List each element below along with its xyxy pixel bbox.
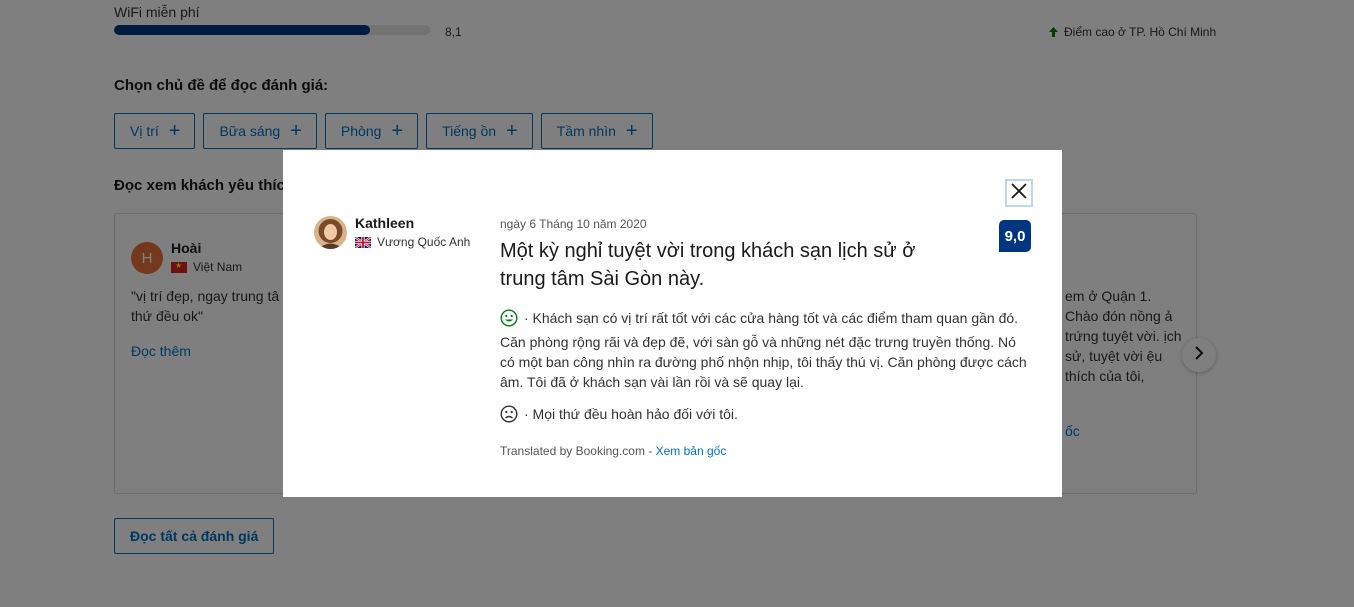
smile-icon — [500, 309, 518, 332]
negative-text: · Mọi thứ đều hoàn hảo đối với tôi. — [524, 406, 738, 422]
reviewer-country: Vương Quốc Anh — [354, 235, 505, 249]
translated-by-label: Translated by Booking.com - — [500, 444, 656, 458]
close-button[interactable] — [1005, 179, 1033, 207]
positive-text: · Khách sạn có vị trí rất tốt với các cử… — [500, 310, 1027, 390]
close-icon — [1010, 182, 1028, 205]
frown-icon — [500, 405, 518, 428]
review-negative: · Mọi thứ đều hoàn hảo đối với tôi. — [500, 404, 1030, 428]
view-original-link[interactable]: Xem bản gốc — [656, 444, 727, 458]
uk-flag-icon — [354, 235, 372, 249]
review-score-badge: 9,0 — [999, 220, 1031, 252]
review-date: ngày 6 Tháng 10 năm 2020 — [500, 217, 647, 231]
reviewer-name: Kathleen — [355, 215, 415, 231]
review-modal: Kathleen Vương Quốc Anh ngày 6 Tháng 10 … — [283, 150, 1062, 497]
translation-note: Translated by Booking.com - Xem bản gốc — [500, 444, 726, 458]
review-positive: · Khách sạn có vị trí rất tốt với các cử… — [500, 308, 1030, 392]
avatar — [314, 216, 347, 249]
country-label: Vương Quốc Anh — [377, 235, 471, 249]
review-title: Một kỳ nghỉ tuyệt vời trong khách sạn lị… — [500, 240, 916, 290]
